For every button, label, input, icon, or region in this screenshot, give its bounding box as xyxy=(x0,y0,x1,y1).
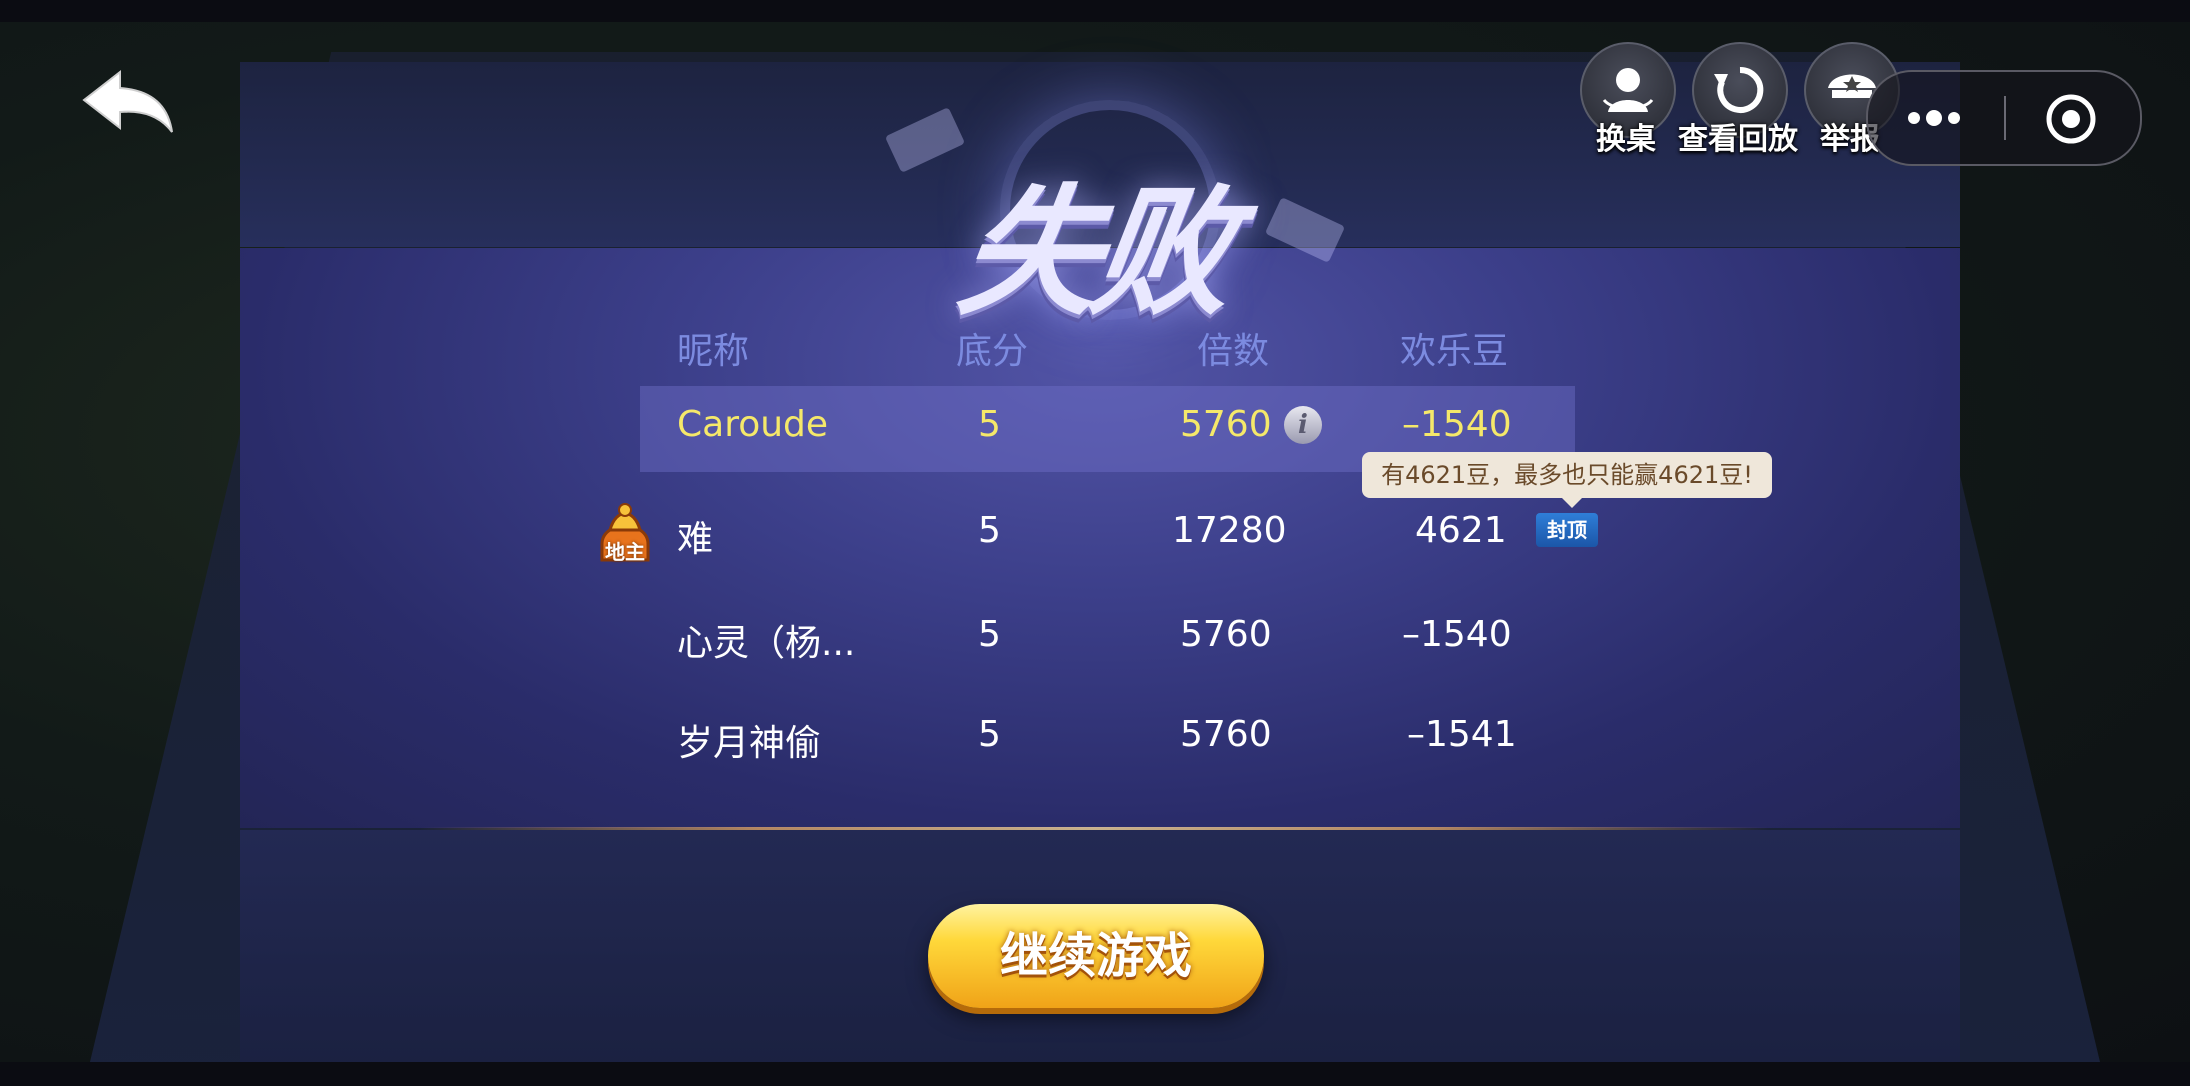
result-title: 失败 xyxy=(949,172,1237,335)
change-table-button[interactable]: 换桌 xyxy=(1580,42,1676,157)
mini-program-capsule xyxy=(1866,70,2142,166)
player-multiplier: 5760 xyxy=(1180,714,1272,755)
player-base: 5 xyxy=(978,714,1001,755)
continue-game-button[interactable]: 继续游戏 xyxy=(928,904,1264,1008)
player-multiplier: 5760 xyxy=(1180,614,1272,655)
back-arrow-icon xyxy=(82,69,173,133)
change-table-label: 换桌 xyxy=(1596,122,1656,157)
player-beans: –1540 xyxy=(1402,614,1512,655)
more-icon[interactable] xyxy=(1906,100,1966,140)
player-base: 5 xyxy=(978,510,1001,551)
capsule-divider xyxy=(2004,96,2006,140)
cap-tooltip: 有4621豆，最多也只能赢4621豆! xyxy=(1362,452,1772,508)
replay-button[interactable]: 查看回放 xyxy=(1678,42,1798,157)
bottom-bar xyxy=(0,1062,2190,1086)
player-name: 岁月神偷 xyxy=(677,723,822,764)
player-beans: –1540 xyxy=(1402,404,1512,445)
player-base: 5 xyxy=(978,404,1001,445)
replay-label: 查看回放 xyxy=(1678,122,1798,157)
player-base: 5 xyxy=(978,614,1001,655)
player-name: Caroude xyxy=(677,404,829,445)
header-beans: 欢乐豆 xyxy=(1400,331,1509,372)
cap-badge: 封顶 xyxy=(1536,513,1598,547)
player-name: 心灵（杨... xyxy=(677,623,856,664)
header-nickname: 昵称 xyxy=(677,331,750,372)
landlord-badge: 地主 xyxy=(596,500,654,568)
header-multiplier: 倍数 xyxy=(1197,331,1270,372)
player-beans: –1541 xyxy=(1407,714,1517,755)
header-base-score: 底分 xyxy=(956,331,1029,372)
player-multiplier: 5760 xyxy=(1180,404,1272,445)
player-beans: 4621 xyxy=(1415,510,1507,551)
player-name: 难 xyxy=(677,519,714,560)
back-button[interactable] xyxy=(80,68,180,138)
player-multiplier: 17280 xyxy=(1172,510,1287,551)
info-icon[interactable]: i xyxy=(1284,406,1322,444)
close-target-icon[interactable] xyxy=(2044,92,2098,150)
landlord-label: 地主 xyxy=(605,540,645,564)
